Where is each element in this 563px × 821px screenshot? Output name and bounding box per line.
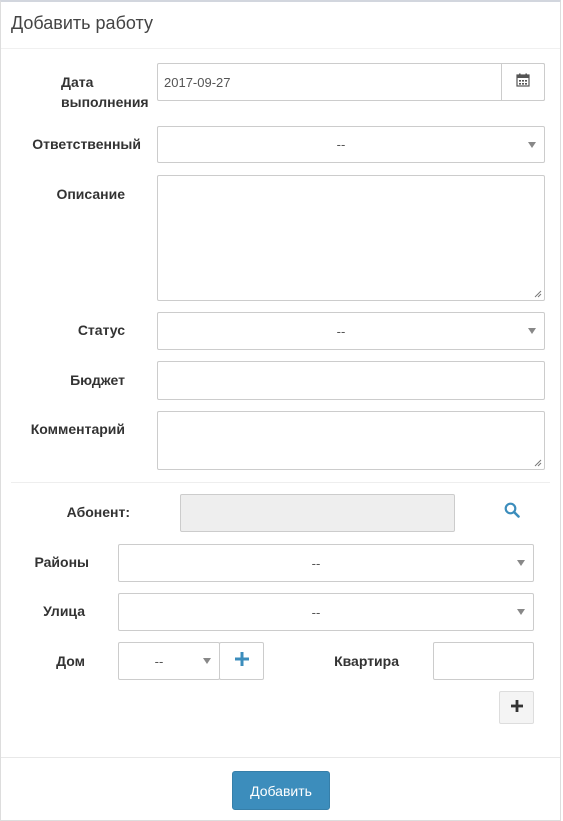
street-select[interactable]: -- [118, 593, 534, 631]
resize-handle-icon[interactable] [534, 290, 542, 298]
calendar-button[interactable] [501, 63, 545, 101]
apartment-input[interactable] [433, 642, 534, 680]
date-input[interactable]: 2017-09-27 [157, 63, 545, 101]
search-button[interactable] [499, 500, 525, 524]
budget-input[interactable] [157, 361, 545, 400]
responsible-select[interactable]: -- [157, 126, 545, 163]
subscriber-input [180, 494, 455, 532]
description-label: Описание [56, 186, 125, 202]
submit-button[interactable]: Добавить [232, 771, 330, 810]
street-value: -- [311, 604, 321, 620]
comment-label: Комментарий [30, 421, 125, 437]
date-label: Дата выполнения [61, 74, 149, 110]
section-divider [11, 482, 550, 483]
status-value: -- [336, 323, 346, 339]
chevron-down-icon [517, 560, 525, 566]
apartment-label: Квартира [334, 653, 399, 669]
budget-label: Бюджет [70, 372, 125, 388]
plus-icon [510, 699, 523, 717]
search-icon [504, 502, 520, 523]
add-address-button[interactable] [499, 691, 534, 724]
panel-title: Добавить работу [11, 13, 153, 33]
chevron-down-icon [528, 141, 536, 148]
footer-divider [1, 757, 560, 758]
status-select[interactable]: -- [157, 312, 545, 350]
panel-heading: Добавить работу [1, 2, 560, 49]
house-value: -- [154, 653, 164, 669]
add-house-button[interactable] [219, 642, 264, 680]
comment-textarea[interactable] [157, 411, 545, 470]
districts-label: Районы [34, 554, 89, 570]
responsible-label: Ответственный [32, 136, 141, 152]
street-label: Улица [43, 603, 85, 619]
description-textarea[interactable] [157, 175, 545, 301]
districts-value: -- [311, 555, 321, 571]
resize-handle-icon[interactable] [534, 459, 542, 467]
plus-icon [234, 651, 249, 671]
house-select[interactable]: -- [118, 642, 220, 680]
date-value: 2017-09-27 [164, 74, 231, 90]
house-label: Дом [56, 653, 85, 669]
chevron-down-icon [528, 328, 536, 334]
status-label: Статус [77, 322, 125, 338]
calendar-icon [516, 73, 530, 92]
districts-select[interactable]: -- [118, 544, 534, 582]
add-work-panel: Добавить работу Дата выполнения 2017-09-… [0, 0, 561, 821]
chevron-down-icon [203, 658, 211, 664]
responsible-value: -- [336, 137, 346, 152]
subscriber-label: Абонент: [66, 504, 130, 520]
chevron-down-icon [517, 609, 525, 615]
